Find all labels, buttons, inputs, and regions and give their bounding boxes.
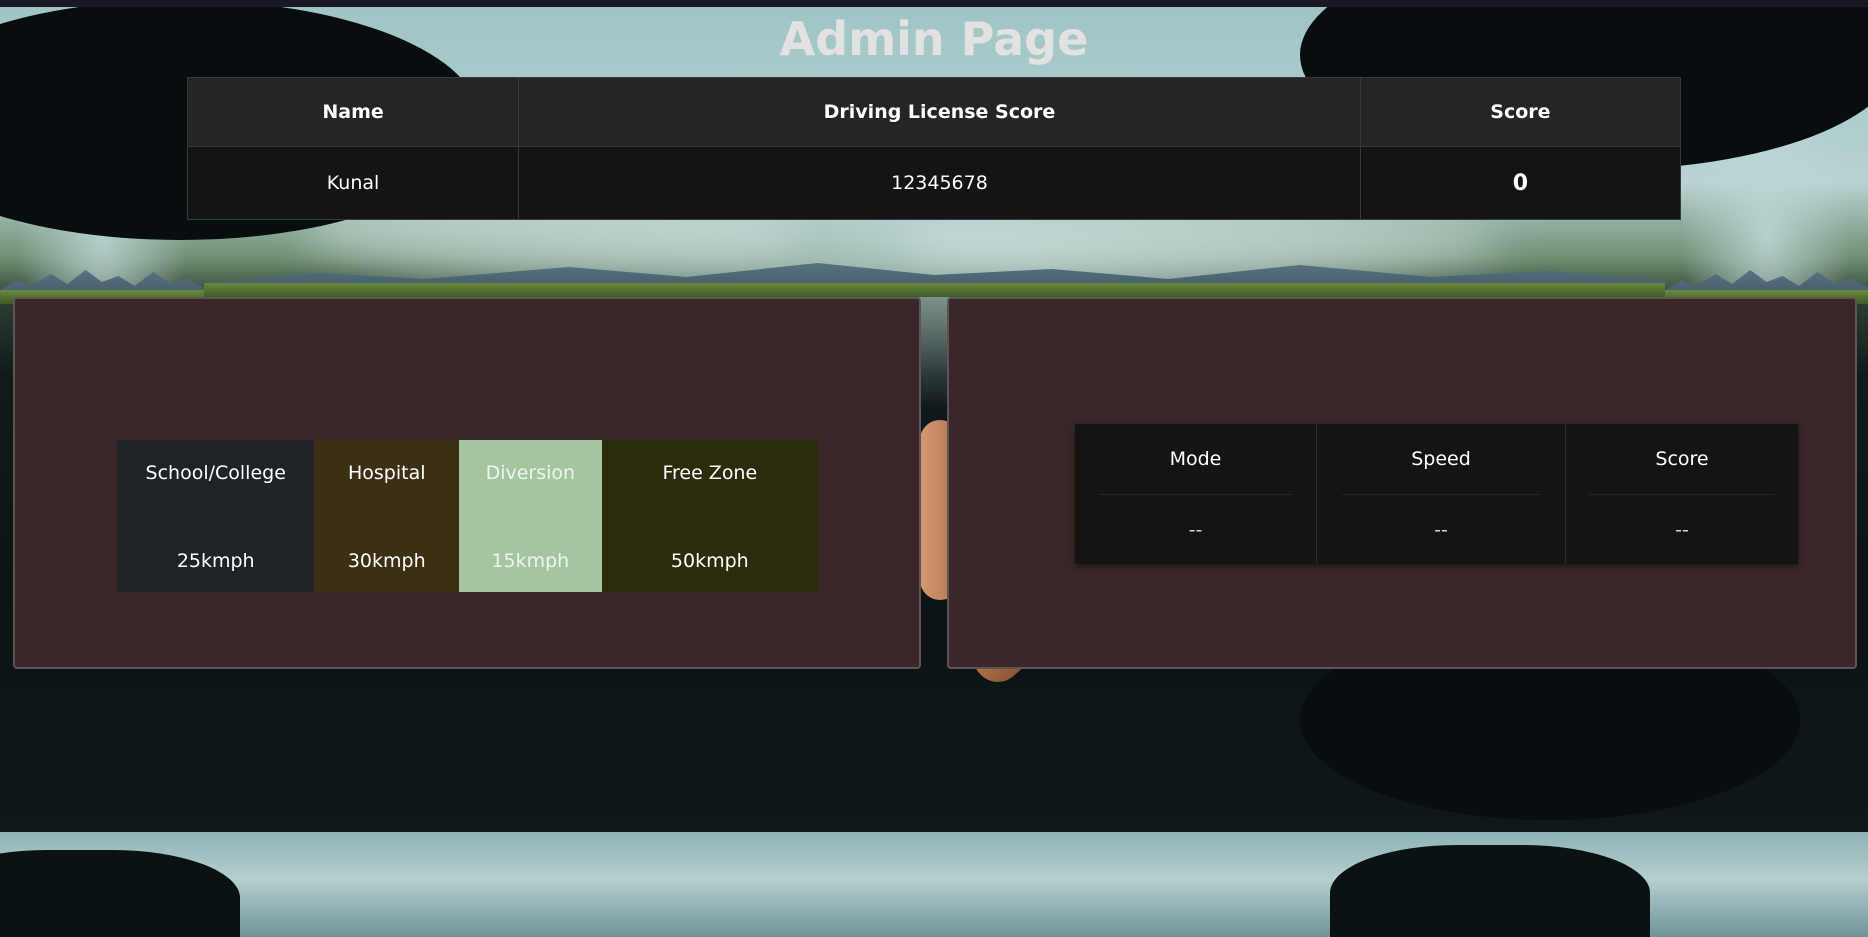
zone-free-zone[interactable]: Free Zone 50kmph [601, 440, 818, 592]
cell-license: 12345678 [518, 146, 1361, 220]
speed-zones: School/College 25kmph Hospital 30kmph Di… [116, 439, 819, 593]
reading-label: Speed [1341, 424, 1541, 495]
readings-panel: Mode -- Speed -- Score -- [947, 297, 1857, 669]
table-row: Kunal 12345678 0 [186, 146, 1682, 220]
readings-table: Mode -- Speed -- Score -- [1075, 424, 1798, 564]
zone-name: Free Zone [662, 462, 758, 484]
zone-speed: 30kmph [347, 550, 426, 572]
reading-score: Score -- [1566, 424, 1798, 564]
header-license-score: Driving License Score [518, 77, 1361, 147]
user-table: Name Driving License Score Score Kunal 1… [186, 77, 1682, 220]
header-score: Score [1359, 77, 1682, 147]
zone-speed: 25kmph [176, 550, 255, 572]
zone-name: Hospital [347, 462, 426, 484]
reading-value: -- [1434, 519, 1448, 541]
car-pillar [1330, 845, 1650, 937]
reading-label: Mode [1099, 424, 1292, 495]
grass-strip [204, 283, 1665, 297]
cell-name: Kunal [186, 146, 520, 220]
top-strip [0, 0, 1868, 7]
reading-value: -- [1675, 519, 1689, 541]
cell-score: 0 [1359, 146, 1682, 220]
zone-speed: 50kmph [670, 550, 749, 572]
zone-name: School/College [145, 462, 286, 484]
zone-speed: 15kmph [491, 550, 570, 572]
zone-school-college[interactable]: School/College 25kmph [117, 440, 315, 592]
zone-diversion[interactable]: Diversion 15kmph [459, 440, 602, 592]
zone-name: Diversion [485, 462, 576, 484]
zone-hospital[interactable]: Hospital 30kmph [314, 440, 460, 592]
reading-value: -- [1188, 519, 1203, 541]
reading-speed: Speed -- [1317, 424, 1566, 564]
reading-label: Score [1589, 424, 1775, 495]
zones-panel: School/College 25kmph Hospital 30kmph Di… [13, 297, 921, 669]
page-title: Admin Page [779, 12, 1089, 66]
header-name: Name [186, 77, 520, 147]
table-header-row: Name Driving License Score Score [186, 77, 1682, 147]
cloud [900, 215, 1500, 275]
reading-mode: Mode -- [1075, 424, 1317, 564]
